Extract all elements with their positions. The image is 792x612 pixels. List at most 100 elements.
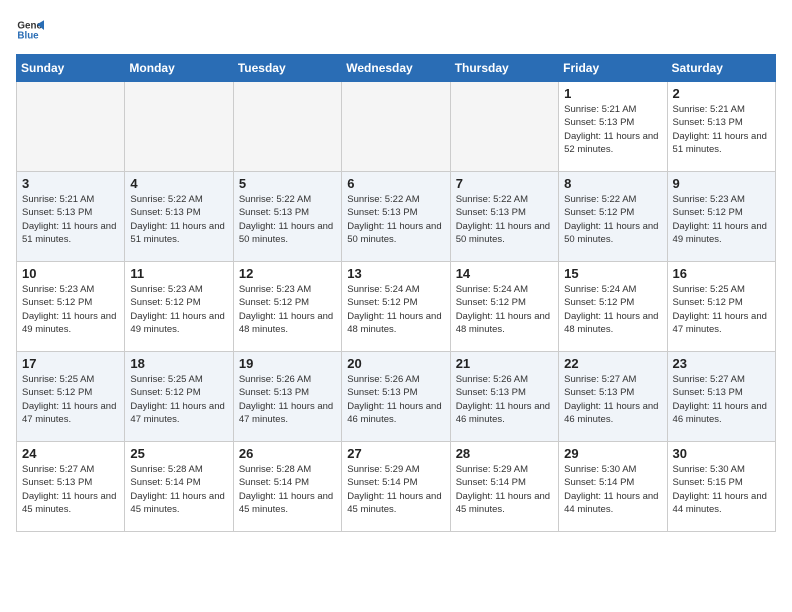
calendar-week-4: 17 Sunrise: 5:25 AM Sunset: 5:12 PM Dayli… [17, 352, 776, 442]
calendar-cell: 2 Sunrise: 5:21 AM Sunset: 5:13 PM Daylig… [667, 82, 775, 172]
calendar-cell [233, 82, 341, 172]
day-info: Sunrise: 5:22 AM Sunset: 5:13 PM Dayligh… [456, 193, 553, 246]
day-info: Sunrise: 5:22 AM Sunset: 5:13 PM Dayligh… [347, 193, 444, 246]
day-info: Sunrise: 5:30 AM Sunset: 5:14 PM Dayligh… [564, 463, 661, 516]
weekday-header-wednesday: Wednesday [342, 55, 450, 82]
day-info: Sunrise: 5:28 AM Sunset: 5:14 PM Dayligh… [239, 463, 336, 516]
day-info: Sunrise: 5:21 AM Sunset: 5:13 PM Dayligh… [564, 103, 661, 156]
day-info: Sunrise: 5:22 AM Sunset: 5:13 PM Dayligh… [239, 193, 336, 246]
calendar-cell: 17 Sunrise: 5:25 AM Sunset: 5:12 PM Dayli… [17, 352, 125, 442]
page-header: General Blue [16, 16, 776, 44]
day-number: 1 [564, 86, 661, 101]
calendar-cell: 16 Sunrise: 5:25 AM Sunset: 5:12 PM Dayli… [667, 262, 775, 352]
calendar-cell: 1 Sunrise: 5:21 AM Sunset: 5:13 PM Daylig… [559, 82, 667, 172]
day-info: Sunrise: 5:24 AM Sunset: 5:12 PM Dayligh… [347, 283, 444, 336]
calendar-cell: 13 Sunrise: 5:24 AM Sunset: 5:12 PM Dayli… [342, 262, 450, 352]
calendar-cell: 11 Sunrise: 5:23 AM Sunset: 5:12 PM Dayli… [125, 262, 233, 352]
day-number: 8 [564, 176, 661, 191]
day-number: 18 [130, 356, 227, 371]
calendar-cell: 14 Sunrise: 5:24 AM Sunset: 5:12 PM Dayli… [450, 262, 558, 352]
weekday-header-saturday: Saturday [667, 55, 775, 82]
calendar-cell: 20 Sunrise: 5:26 AM Sunset: 5:13 PM Dayli… [342, 352, 450, 442]
calendar-cell [125, 82, 233, 172]
calendar-week-2: 3 Sunrise: 5:21 AM Sunset: 5:13 PM Daylig… [17, 172, 776, 262]
calendar-cell: 23Sunrise: 5:27 AM Sunset: 5:13 PM Dayli… [667, 352, 775, 442]
calendar-cell: 24 Sunrise: 5:27 AM Sunset: 5:13 PM Dayli… [17, 442, 125, 532]
day-info: Sunrise: 5:22 AM Sunset: 5:12 PM Dayligh… [564, 193, 661, 246]
day-info: Sunrise: 5:27 AM Sunset: 5:13 PM Dayligh… [564, 373, 661, 426]
day-info: Sunrise: 5:21 AM Sunset: 5:13 PM Dayligh… [673, 103, 770, 156]
day-number: 21 [456, 356, 553, 371]
day-number: 10 [22, 266, 119, 281]
calendar-cell: 3 Sunrise: 5:21 AM Sunset: 5:13 PM Daylig… [17, 172, 125, 262]
day-info: Sunrise: 5:26 AM Sunset: 5:13 PM Dayligh… [239, 373, 336, 426]
calendar-cell: 29 Sunrise: 5:30 AM Sunset: 5:14 PM Dayli… [559, 442, 667, 532]
calendar-cell: 10 Sunrise: 5:23 AM Sunset: 5:12 PM Dayli… [17, 262, 125, 352]
day-info: Sunrise: 5:29 AM Sunset: 5:14 PM Dayligh… [456, 463, 553, 516]
day-number: 4 [130, 176, 227, 191]
day-info: Sunrise: 5:21 AM Sunset: 5:13 PM Dayligh… [22, 193, 119, 246]
day-number: 16 [673, 266, 770, 281]
calendar-cell: 18 Sunrise: 5:25 AM Sunset: 5:12 PM Dayli… [125, 352, 233, 442]
day-number: 15 [564, 266, 661, 281]
day-number: 17 [22, 356, 119, 371]
calendar-week-1: 1 Sunrise: 5:21 AM Sunset: 5:13 PM Daylig… [17, 82, 776, 172]
calendar-cell: 5 Sunrise: 5:22 AM Sunset: 5:13 PM Daylig… [233, 172, 341, 262]
day-number: 12 [239, 266, 336, 281]
day-number: 19 [239, 356, 336, 371]
day-info: Sunrise: 5:23 AM Sunset: 5:12 PM Dayligh… [130, 283, 227, 336]
day-number: 13 [347, 266, 444, 281]
calendar-cell: 27Sunrise: 5:29 AM Sunset: 5:14 PM Dayli… [342, 442, 450, 532]
weekday-header-tuesday: Tuesday [233, 55, 341, 82]
day-number: 24 [22, 446, 119, 461]
day-info: Sunrise: 5:27 AM Sunset: 5:13 PM Dayligh… [22, 463, 119, 516]
day-info: Sunrise: 5:25 AM Sunset: 5:12 PM Dayligh… [22, 373, 119, 426]
logo-icon: General Blue [16, 16, 44, 44]
day-info: Sunrise: 5:22 AM Sunset: 5:13 PM Dayligh… [130, 193, 227, 246]
day-info: Sunrise: 5:23 AM Sunset: 5:12 PM Dayligh… [239, 283, 336, 336]
calendar-cell: 22 Sunrise: 5:27 AM Sunset: 5:13 PM Dayli… [559, 352, 667, 442]
weekday-header-monday: Monday [125, 55, 233, 82]
day-number: 5 [239, 176, 336, 191]
day-number: 6 [347, 176, 444, 191]
day-info: Sunrise: 5:25 AM Sunset: 5:12 PM Dayligh… [673, 283, 770, 336]
calendar-cell: 25Sunrise: 5:28 AM Sunset: 5:14 PM Dayli… [125, 442, 233, 532]
day-info: Sunrise: 5:25 AM Sunset: 5:12 PM Dayligh… [130, 373, 227, 426]
day-info: Sunrise: 5:26 AM Sunset: 5:13 PM Dayligh… [347, 373, 444, 426]
calendar-cell: 8 Sunrise: 5:22 AM Sunset: 5:12 PM Daylig… [559, 172, 667, 262]
calendar-cell: 12 Sunrise: 5:23 AM Sunset: 5:12 PM Dayli… [233, 262, 341, 352]
weekday-header-friday: Friday [559, 55, 667, 82]
day-number: 30 [673, 446, 770, 461]
calendar-table: SundayMondayTuesdayWednesdayThursdayFrid… [16, 54, 776, 532]
day-number: 22 [564, 356, 661, 371]
calendar-cell [450, 82, 558, 172]
day-number: 7 [456, 176, 553, 191]
weekday-header-sunday: Sunday [17, 55, 125, 82]
day-number: 3 [22, 176, 119, 191]
calendar-cell: 4 Sunrise: 5:22 AM Sunset: 5:13 PM Daylig… [125, 172, 233, 262]
calendar-cell [17, 82, 125, 172]
day-number: 14 [456, 266, 553, 281]
day-number: 2 [673, 86, 770, 101]
calendar-cell: 6 Sunrise: 5:22 AM Sunset: 5:13 PM Daylig… [342, 172, 450, 262]
day-info: Sunrise: 5:28 AM Sunset: 5:14 PM Dayligh… [130, 463, 227, 516]
calendar-cell: 7 Sunrise: 5:22 AM Sunset: 5:13 PM Daylig… [450, 172, 558, 262]
day-info: Sunrise: 5:23 AM Sunset: 5:12 PM Dayligh… [673, 193, 770, 246]
day-number: 20 [347, 356, 444, 371]
calendar-cell: 26Sunrise: 5:28 AM Sunset: 5:14 PM Dayli… [233, 442, 341, 532]
day-number: 23 [673, 356, 770, 371]
day-number: 28 [456, 446, 553, 461]
day-info: Sunrise: 5:24 AM Sunset: 5:12 PM Dayligh… [456, 283, 553, 336]
day-info: Sunrise: 5:23 AM Sunset: 5:12 PM Dayligh… [22, 283, 119, 336]
day-number: 11 [130, 266, 227, 281]
calendar-week-5: 24 Sunrise: 5:27 AM Sunset: 5:13 PM Dayli… [17, 442, 776, 532]
day-info: Sunrise: 5:30 AM Sunset: 5:15 PM Dayligh… [673, 463, 770, 516]
calendar-cell: 28 Sunrise: 5:29 AM Sunset: 5:14 PM Dayli… [450, 442, 558, 532]
day-number: 9 [673, 176, 770, 191]
day-info: Sunrise: 5:24 AM Sunset: 5:12 PM Dayligh… [564, 283, 661, 336]
weekday-header-row: SundayMondayTuesdayWednesdayThursdayFrid… [17, 55, 776, 82]
day-number: 29 [564, 446, 661, 461]
calendar-week-3: 10 Sunrise: 5:23 AM Sunset: 5:12 PM Dayli… [17, 262, 776, 352]
calendar-cell: 30 Sunrise: 5:30 AM Sunset: 5:15 PM Dayli… [667, 442, 775, 532]
calendar-cell: 9 Sunrise: 5:23 AM Sunset: 5:12 PM Daylig… [667, 172, 775, 262]
